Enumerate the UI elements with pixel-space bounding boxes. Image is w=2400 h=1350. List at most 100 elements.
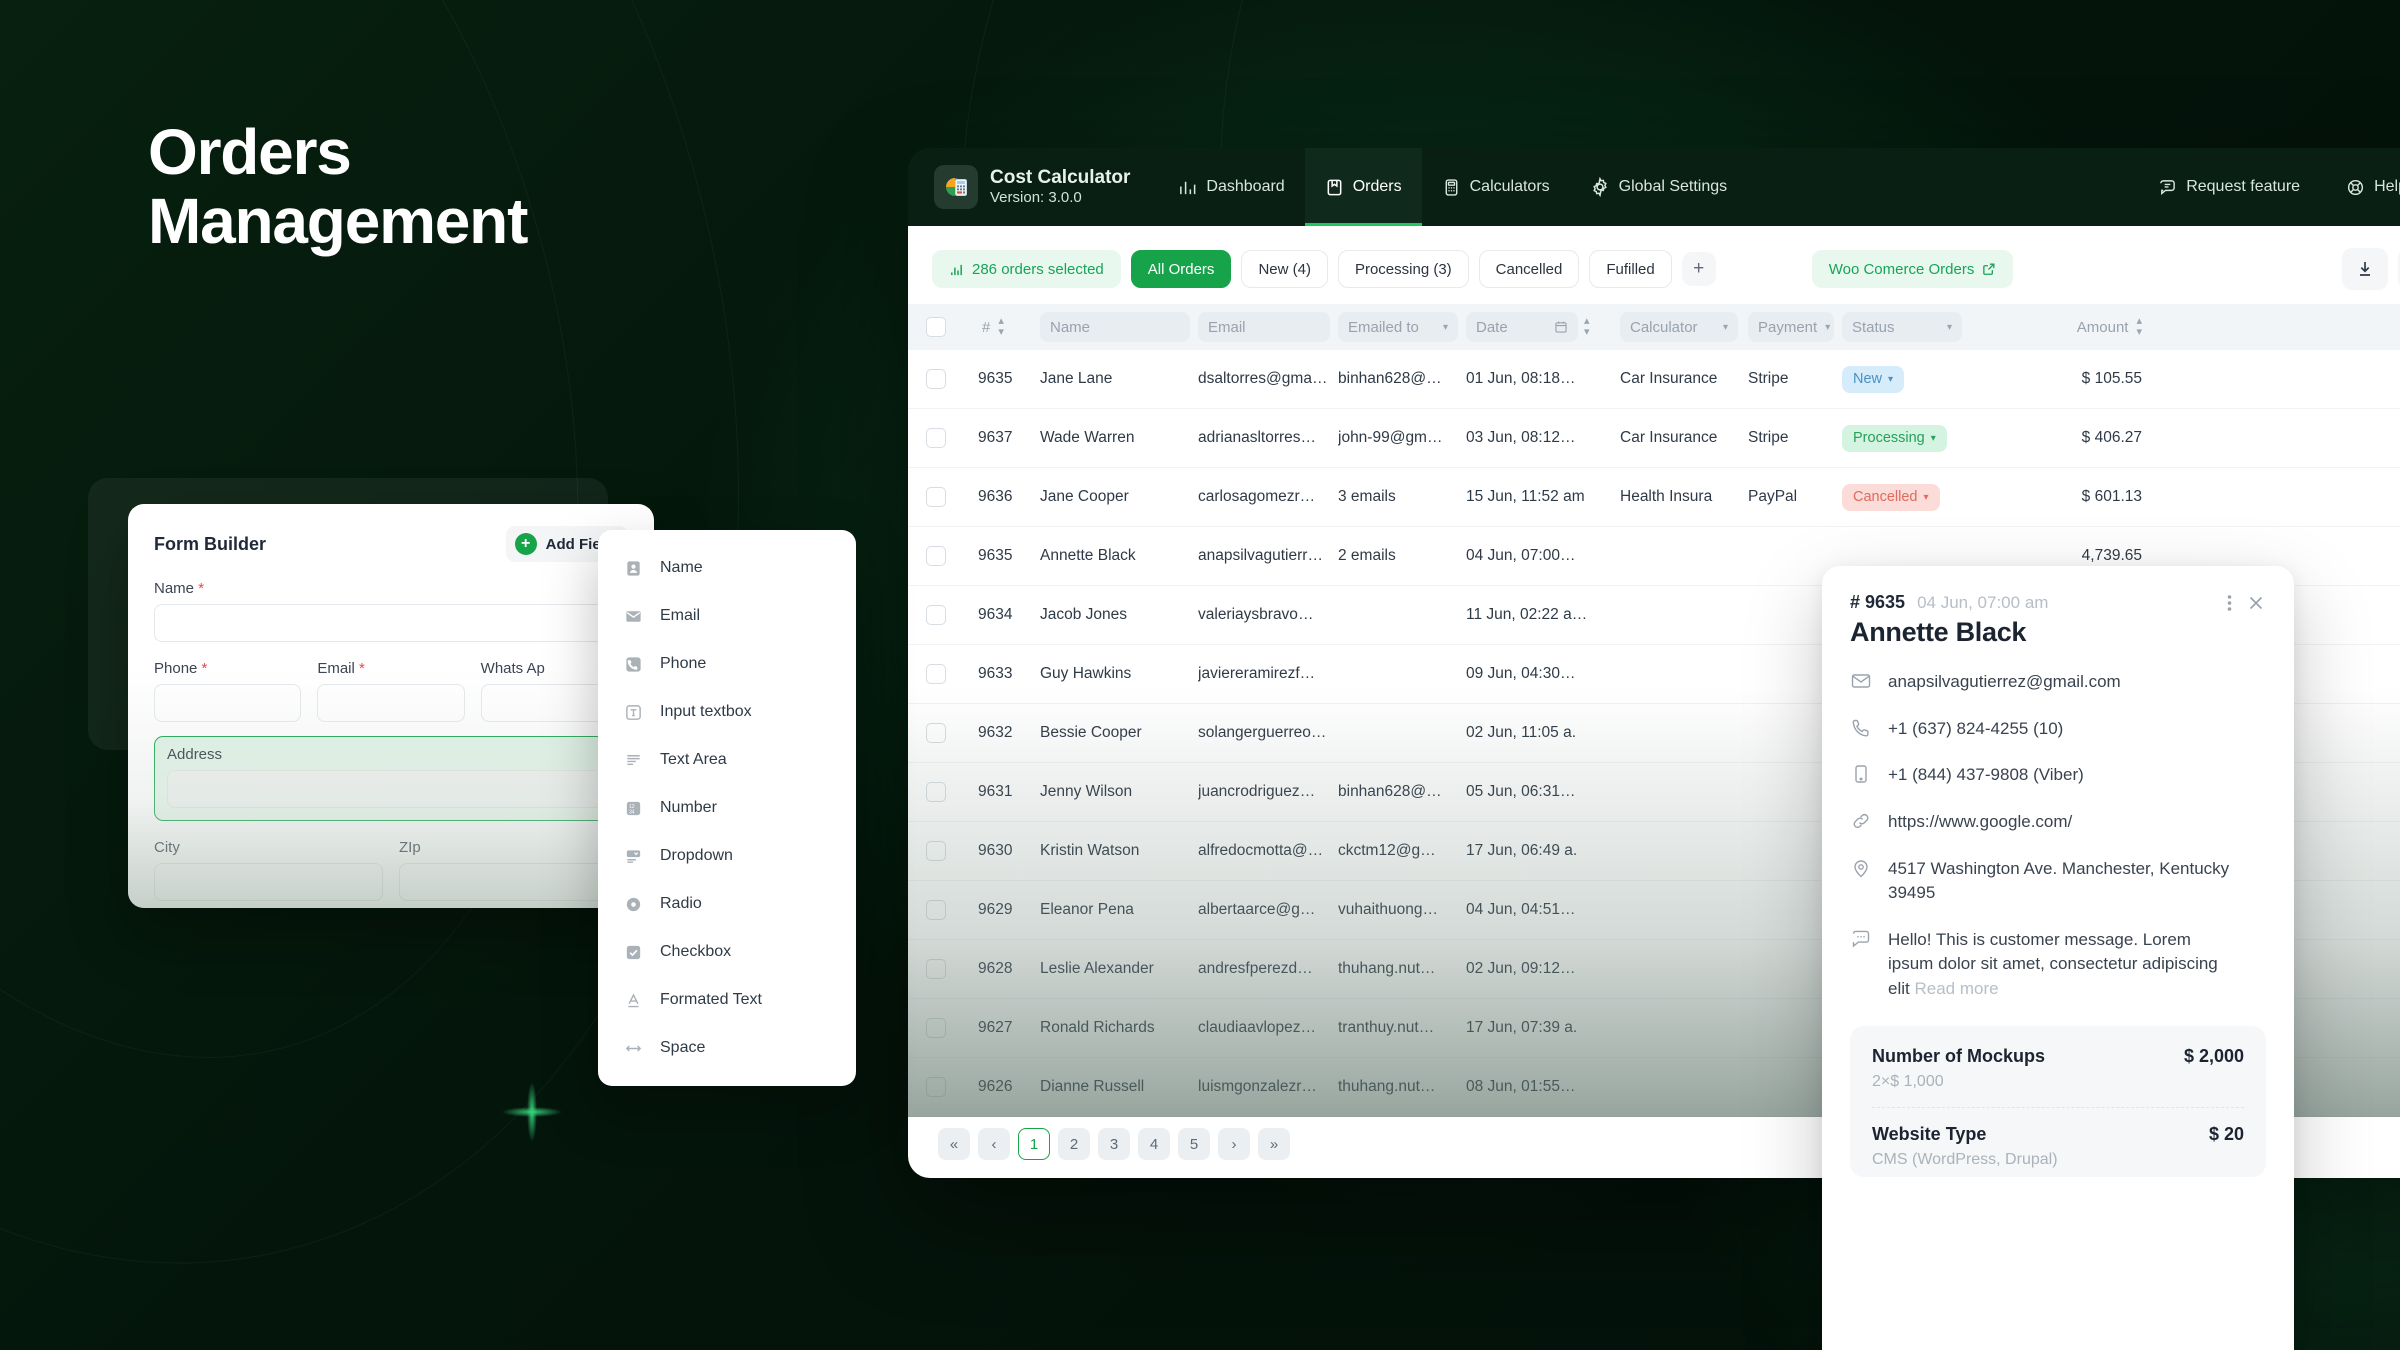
field-type-dropdown[interactable]: Dropdown	[598, 832, 856, 880]
tab-fufilled[interactable]: Fufilled	[1589, 250, 1672, 288]
field-type-checkbox[interactable]: Checkbox	[598, 928, 856, 976]
cell-email: valeriaysbravo@g…	[1198, 606, 1338, 623]
pagination-page-2[interactable]: 2	[1058, 1128, 1090, 1160]
column-header-calculator[interactable]: Calculator ▾	[1620, 312, 1748, 342]
orders-toolbar: 286 orders selected All Orders New (4) P…	[908, 226, 2400, 304]
field-type-text-area[interactable]: Text Area	[598, 736, 856, 784]
order-detail-header: # 9635 04 Jun, 07:00 am	[1850, 592, 2266, 613]
column-header-emailed-to[interactable]: Emailed to ▾	[1338, 312, 1466, 342]
chat-icon	[1850, 928, 1872, 950]
row-checkbox[interactable]	[926, 1077, 946, 1097]
woo-commerce-orders-link[interactable]: Woo Comerce Orders	[1811, 250, 2014, 288]
nav-item-dashboard[interactable]: Dashboard	[1158, 148, 1304, 226]
tab-processing[interactable]: Processing (3)	[1337, 250, 1469, 288]
address-input[interactable]	[167, 770, 615, 808]
pagination-page-1[interactable]: 1	[1018, 1128, 1050, 1160]
cell-emailed-to: ckctm12@g…	[1338, 842, 1436, 859]
field-type-number[interactable]: 12 34 Number	[598, 784, 856, 832]
row-checkbox[interactable]	[926, 664, 946, 684]
table-row[interactable]: 9636 Jane Cooper carlosagomezr@… 3 email…	[908, 468, 2400, 527]
cell-name: Annette Black	[1040, 547, 1136, 564]
message-icon	[2158, 178, 2177, 197]
column-header-id[interactable]: # ▴ ▾	[978, 312, 1040, 342]
field-label-name: Name *	[154, 580, 205, 597]
nav-label: Help	[2374, 178, 2400, 195]
pagination-page-5[interactable]: 5	[1178, 1128, 1210, 1160]
field-type-radio[interactable]: Radio	[598, 880, 856, 928]
nav-item-calculators[interactable]: Calculators	[1422, 148, 1570, 226]
cell-date: 02 Jun, 09:12…	[1466, 960, 1576, 977]
sort-icon[interactable]: ▴ ▾	[1584, 316, 1590, 338]
tab-cancelled[interactable]: Cancelled	[1478, 250, 1580, 288]
read-more-link[interactable]: Read more	[1914, 979, 1998, 998]
calculator-logo-icon	[934, 165, 978, 209]
cell-payment: Stripe	[1748, 429, 1789, 446]
cell-date: 11 Jun, 02:22 a…	[1466, 606, 1588, 623]
selected-count-label: 286 orders selected	[972, 260, 1104, 278]
nav-item-help[interactable]: Help ▾	[2326, 148, 2400, 226]
table-row[interactable]: 9637 Wade Warren adrianasltorres@… john-…	[908, 409, 2400, 468]
add-tab-button[interactable]: +	[1681, 252, 1716, 286]
detail-phone-value[interactable]: +1 (637) 824-4255 (10)	[1888, 717, 2063, 742]
field-type-phone[interactable]: Phone	[598, 640, 856, 688]
detail-website-value[interactable]: https://www.google.com/	[1888, 810, 2072, 835]
table-row[interactable]: 9635 Jane Lane dsaltorres@gmail… binhan6…	[908, 350, 2400, 409]
phone-input[interactable]	[154, 684, 302, 722]
selected-field-address[interactable]: Address	[154, 736, 636, 821]
select-all-checkbox[interactable]	[926, 317, 946, 337]
status-badge[interactable]: Processing ▾	[1842, 424, 1947, 452]
row-checkbox[interactable]	[926, 369, 946, 389]
column-header-email[interactable]: Email	[1198, 312, 1338, 342]
row-checkbox[interactable]	[926, 900, 946, 920]
calculator-icon	[1442, 178, 1461, 197]
field-type-name[interactable]: Name	[598, 544, 856, 592]
column-header-date[interactable]: Date ▴ ▾	[1466, 312, 1620, 342]
tab-all-orders[interactable]: All Orders	[1130, 250, 1232, 288]
city-input[interactable]	[154, 863, 383, 901]
field-type-space[interactable]: Space	[598, 1024, 856, 1072]
row-checkbox[interactable]	[926, 782, 946, 802]
email-input[interactable]	[317, 684, 465, 722]
row-checkbox[interactable]	[926, 1018, 946, 1038]
field-type-email[interactable]: Email	[598, 592, 856, 640]
row-checkbox[interactable]	[926, 546, 946, 566]
row-checkbox[interactable]	[926, 428, 946, 448]
life-ring-icon	[2346, 178, 2365, 197]
pagination-first[interactable]: «	[938, 1128, 970, 1160]
cell-name: Kristin Watson	[1040, 842, 1140, 859]
row-checkbox[interactable]	[926, 723, 946, 743]
row-checkbox[interactable]	[926, 487, 946, 507]
pagination-page-3[interactable]: 3	[1098, 1128, 1130, 1160]
field-type-input-textbox[interactable]: Input textbox	[598, 688, 856, 736]
field-type-formated-text[interactable]: Formated Text	[598, 976, 856, 1024]
cell-emailed-to: 3 emails	[1338, 488, 1396, 505]
row-checkbox[interactable]	[926, 959, 946, 979]
pagination-last[interactable]: »	[1258, 1128, 1290, 1160]
row-checkbox[interactable]	[926, 841, 946, 861]
nav-item-request-feature[interactable]: Request feature	[2138, 148, 2320, 226]
status-badge[interactable]: New ▾	[1842, 365, 1905, 393]
row-checkbox[interactable]	[926, 605, 946, 625]
download-button[interactable]	[2342, 248, 2388, 290]
name-input[interactable]	[154, 604, 628, 642]
detail-email-value[interactable]: anapsilvagutierrez@gmail.com	[1888, 670, 2121, 695]
nav-item-global-settings[interactable]: Global Settings	[1570, 148, 1748, 226]
nav-item-orders[interactable]: Orders	[1304, 148, 1422, 226]
chevron-down-icon: ▾	[1722, 321, 1728, 333]
column-header-status[interactable]: Status ▾	[1842, 312, 1990, 342]
close-icon[interactable]	[2246, 593, 2266, 613]
pagination-prev[interactable]: ‹	[978, 1128, 1010, 1160]
column-header-amount[interactable]: Amount ▴ ▾	[1990, 316, 2142, 338]
status-badge[interactable]: Cancelled ▾	[1842, 483, 1940, 511]
pagination-next[interactable]: ›	[1218, 1128, 1250, 1160]
column-label: Calculator	[1630, 318, 1698, 336]
detail-mobile-value[interactable]: +1 (844) 437-9808 (Viber)	[1888, 763, 2084, 788]
kebab-menu-icon[interactable]	[2227, 593, 2232, 613]
column-header-payment[interactable]: Payment ▾	[1748, 312, 1842, 342]
pagination-page-4[interactable]: 4	[1138, 1128, 1170, 1160]
column-header-name[interactable]: Name	[1040, 312, 1198, 342]
order-detail-panel: # 9635 04 Jun, 07:00 am Annette Black an…	[1822, 566, 2294, 1350]
zip-input[interactable]	[399, 863, 628, 901]
tab-new[interactable]: New (4)	[1241, 250, 1328, 288]
mail-icon	[622, 607, 644, 626]
